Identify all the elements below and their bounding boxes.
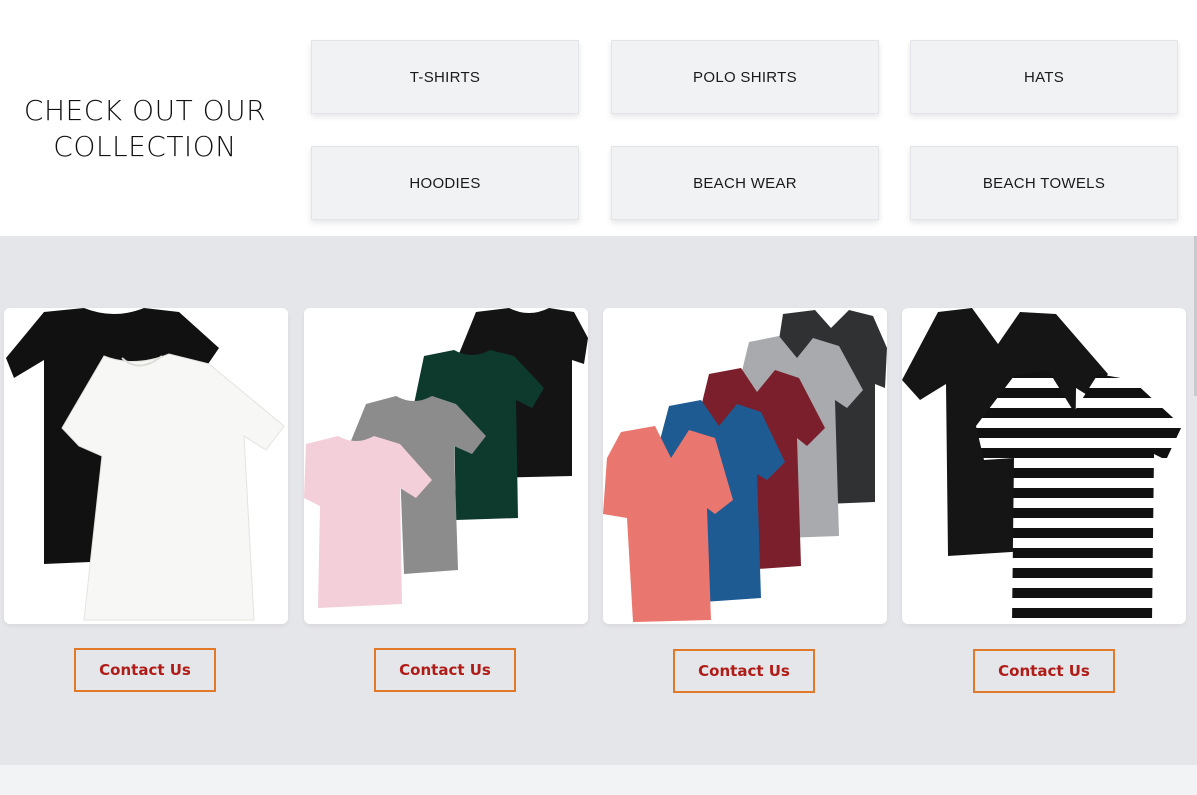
page-title: CHECK OUT OUR COLLECTION bbox=[0, 93, 290, 165]
category-hats-button[interactable]: HATS bbox=[910, 40, 1178, 114]
contact-us-button-1[interactable]: Contact Us bbox=[74, 648, 216, 692]
product-card-3[interactable] bbox=[603, 308, 887, 624]
product-image-black-white-tees bbox=[6, 308, 285, 621]
product-image-black-striped-tees bbox=[902, 308, 1182, 622]
contact-us-button-4[interactable]: Contact Us bbox=[973, 649, 1115, 693]
category-beach-towels-button[interactable]: BEACH TOWELS bbox=[910, 146, 1178, 220]
category-tshirts-button[interactable]: T-SHIRTS bbox=[311, 40, 579, 114]
footer-strip bbox=[0, 765, 1197, 795]
contact-us-button-3[interactable]: Contact Us bbox=[673, 649, 815, 693]
product-image-four-tees bbox=[304, 308, 588, 608]
product-image-five-vneck-tees bbox=[603, 310, 887, 622]
heading-line-1: CHECK OUT OUR bbox=[23, 94, 267, 127]
collection-header-section: CHECK OUT OUR COLLECTION T-SHIRTS POLO S… bbox=[0, 0, 1197, 236]
category-hoodies-button[interactable]: HOODIES bbox=[311, 146, 579, 220]
heading-line-2: COLLECTION bbox=[53, 130, 237, 163]
product-card-4[interactable] bbox=[902, 308, 1186, 624]
category-polo-shirts-button[interactable]: POLO SHIRTS bbox=[611, 40, 879, 114]
product-card-1[interactable] bbox=[4, 308, 288, 624]
product-card-2[interactable] bbox=[304, 308, 588, 624]
contact-us-button-2[interactable]: Contact Us bbox=[374, 648, 516, 692]
category-beach-wear-button[interactable]: BEACH WEAR bbox=[611, 146, 879, 220]
